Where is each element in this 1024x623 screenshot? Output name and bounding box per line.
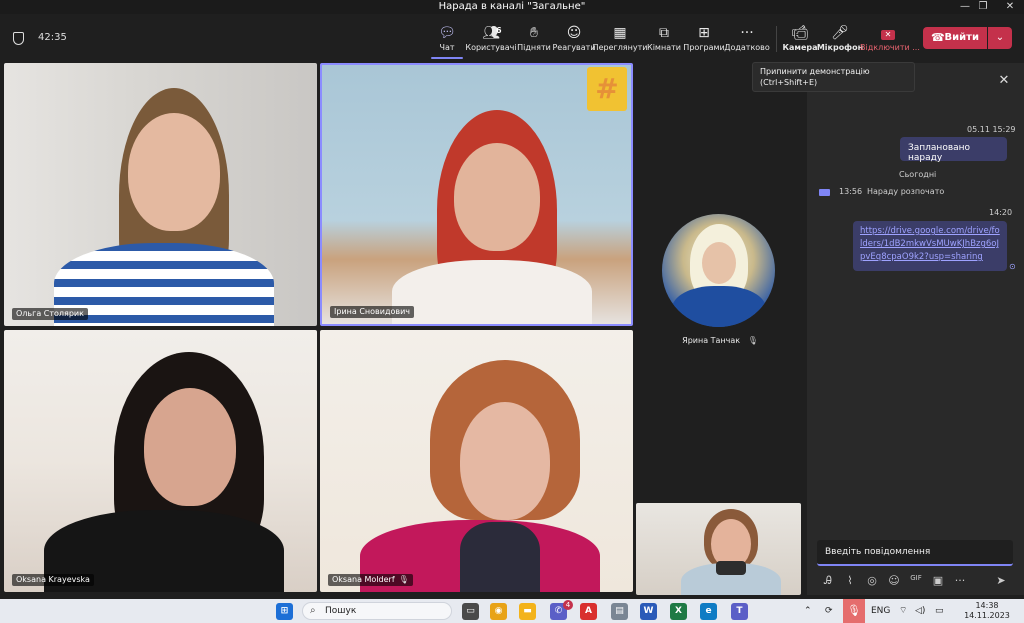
- acrobat-icon[interactable]: A: [580, 603, 597, 620]
- leave-options-chevron[interactable]: ⌄: [988, 27, 1012, 49]
- emoji-icon[interactable]: ☺: [887, 574, 901, 587]
- maximize-button[interactable]: ❐: [973, 0, 993, 13]
- meeting-timer: 42:35: [38, 32, 67, 43]
- participant-video: [360, 330, 600, 592]
- search-label: Пошук: [325, 606, 357, 616]
- phone-hangup-icon: ☎: [931, 31, 945, 44]
- shield-icon: [13, 32, 24, 45]
- message-timestamp: 14:20: [989, 208, 1013, 217]
- notification-badge: 4: [563, 600, 573, 610]
- windows-taskbar: ⊞ ⌕ Пошук ▭ ◉ ▬ ✆ 4 A ▤ W X e T ⌃ ⟳ 🎙︎ E…: [0, 599, 1024, 623]
- participant-name-yaryna: Ярина Танчак 🎙︎: [640, 336, 800, 345]
- participant-name: Oksana Krayevska: [12, 574, 94, 586]
- minimize-button[interactable]: —: [955, 0, 975, 13]
- message-timestamp: 05.11 15:29: [967, 125, 1016, 134]
- participant-video: [44, 63, 284, 326]
- format-icon[interactable]: Ꭿ: [821, 574, 835, 588]
- loop-icon[interactable]: ◎: [865, 574, 879, 587]
- gif-icon[interactable]: GIF: [909, 574, 923, 582]
- mic-muted-icon: 🎙︎: [747, 336, 758, 345]
- chat-message-link: https://drive.google.com/drive/folders/1…: [853, 221, 1007, 271]
- task-view-icon[interactable]: ▭: [462, 603, 479, 620]
- video-tile-olga[interactable]: Ольга Столярик: [4, 63, 317, 326]
- title-bar: Нарада в каналі "Загальне" — ❐ ✕: [0, 0, 1024, 14]
- date-divider: Сьогодні: [899, 170, 937, 179]
- mic-muted-icon: 🎙︎: [398, 575, 409, 584]
- participant-name: Ольга Столярик: [12, 308, 88, 320]
- stop-sharing-tooltip: Припинити демонстрацію (Ctrl+Shift+E): [752, 62, 915, 92]
- close-window-button[interactable]: ✕: [1000, 0, 1020, 13]
- more-label: Додатково: [724, 43, 770, 52]
- participant-name-text: Ярина Танчак: [682, 336, 741, 345]
- shared-link[interactable]: https://drive.google.com/drive/folders/1…: [860, 226, 1000, 262]
- chat-panel: ✕ 05.11 15:29 Заплановано нараду Сьогодн…: [807, 63, 1024, 595]
- taskbar-clock[interactable]: 14:38 14.11.2023: [962, 601, 1012, 621]
- send-icon[interactable]: ➤: [994, 574, 1008, 587]
- read-receipt-icon: ⊙: [1009, 262, 1016, 271]
- search-icon: ⌕: [310, 605, 316, 616]
- language-indicator[interactable]: ENG: [871, 603, 890, 619]
- sync-icon[interactable]: ⟳: [825, 603, 833, 619]
- stop-share-icon: ✕: [860, 24, 916, 42]
- calculator-icon[interactable]: ▤: [611, 603, 628, 620]
- participant-video: [44, 330, 284, 592]
- tooltip-text: Припинити демонстрацію: [760, 67, 870, 76]
- stop-sharing-button[interactable]: ✕ Відключити ...: [860, 24, 920, 53]
- chat-message-input[interactable]: Введіть повідомлення: [817, 540, 1013, 566]
- video-tile-oksana-molderf[interactable]: Oksana Molderf 🎙︎: [320, 330, 633, 592]
- speaker-icon[interactable]: ◁): [915, 603, 925, 619]
- tooltip-shortcut: (Ctrl+Shift+E): [760, 78, 818, 87]
- self-view-tile[interactable]: [636, 503, 801, 595]
- camera-icon: [819, 189, 830, 196]
- participant-name: Oksana Molderf 🎙︎: [328, 574, 413, 586]
- close-chat-icon[interactable]: ✕: [994, 71, 1014, 91]
- wifi-icon[interactable]: ⌔: [899, 603, 907, 619]
- more-options-icon[interactable]: ···: [953, 574, 967, 587]
- chrome-icon[interactable]: ◉: [490, 603, 507, 620]
- chat-message: Заплановано нараду: [900, 137, 1007, 163]
- teams-meeting-window: Нарада в каналі "Загальне" — ❐ ✕ 42:35 💬…: [0, 0, 1024, 623]
- taskbar-search[interactable]: ⌕ Пошук: [302, 602, 452, 620]
- mic-active-icon[interactable]: 🎙︎: [843, 599, 865, 623]
- teams-icon[interactable]: T: [731, 603, 748, 620]
- participant-name: Ірина Сновидович: [330, 306, 415, 318]
- more-icon: ···: [740, 25, 754, 41]
- file-explorer-icon[interactable]: ▬: [519, 603, 536, 620]
- system-message-time: 13:56: [839, 187, 863, 196]
- battery-icon[interactable]: ▭: [935, 603, 944, 619]
- participant-video: [362, 65, 602, 324]
- system-message-text: Нараду розпочато: [867, 187, 945, 196]
- attach-icon[interactable]: ⌇: [843, 574, 857, 587]
- people-count: 6: [496, 26, 502, 35]
- sticker-icon[interactable]: ▣: [931, 574, 945, 587]
- video-tile-oksana-krayevska[interactable]: Oksana Krayevska: [4, 330, 317, 592]
- window-title: Нарада в каналі "Загальне": [438, 1, 586, 12]
- avatar-yaryna[interactable]: [662, 214, 775, 327]
- excel-icon[interactable]: X: [670, 603, 687, 620]
- leave-label: Вийти: [944, 32, 979, 43]
- windows-start-icon[interactable]: ⊞: [276, 603, 293, 620]
- more-button[interactable]: ··· Додатково: [719, 24, 775, 53]
- clock-date: 14.11.2023: [964, 611, 1010, 620]
- leave-button[interactable]: ☎ Вийти: [923, 27, 987, 49]
- word-icon[interactable]: W: [640, 603, 657, 620]
- active-indicator: [431, 57, 463, 59]
- participant-name-text: Oksana Molderf: [332, 575, 395, 584]
- video-tile-irina[interactable]: # Ірина Сновидович: [320, 63, 633, 326]
- stop-sharing-label: Відключити ...: [860, 43, 920, 52]
- edge-icon[interactable]: e: [700, 603, 717, 620]
- clock-time: 14:38: [975, 601, 999, 610]
- meeting-toolbar: 42:35 💬︎ Чат 👥︎ 6 Користувачі ✋︎ Підняти…: [0, 14, 1024, 60]
- tray-chevron-icon[interactable]: ⌃: [804, 603, 812, 619]
